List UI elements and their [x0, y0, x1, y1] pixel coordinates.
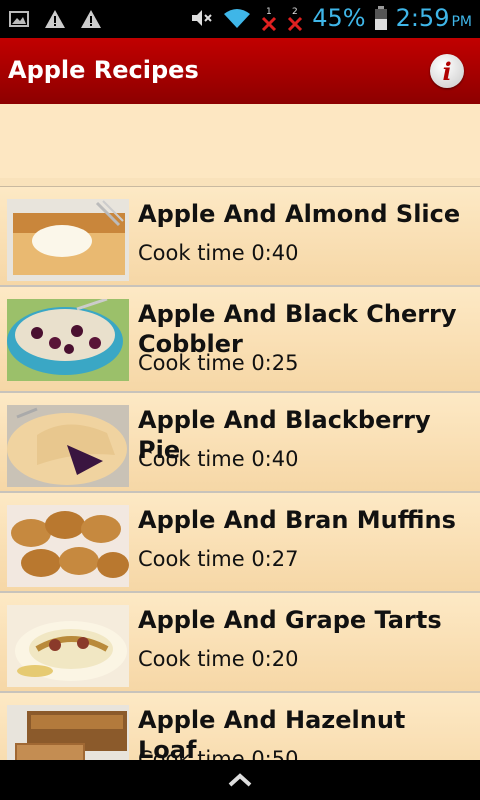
recipe-item[interactable]: Apple And Black Cherry Cobbler Cook time…	[0, 287, 480, 393]
partial-list-item	[0, 178, 480, 187]
recipe-thumbnail	[7, 405, 129, 487]
warning-icon	[81, 10, 101, 28]
action-bar: Apple Recipes i	[0, 38, 480, 104]
recipe-list[interactable]: Apple And Almond Slice Cook time 0:40 Ap…	[0, 104, 480, 760]
recipe-thumbnail	[7, 299, 129, 381]
app-title: Apple Recipes	[8, 56, 199, 84]
recipe-thumbnail	[7, 199, 129, 281]
list-header-space	[0, 104, 480, 178]
recipe-item[interactable]: Apple And Grape Tarts Cook time 0:20	[0, 593, 480, 693]
recipe-cook-time: Cook time 0:27	[138, 547, 299, 571]
mute-icon	[192, 10, 212, 26]
notification-icons	[8, 8, 102, 30]
recipe-thumbnail	[7, 605, 129, 687]
recipe-item[interactable]: Apple And Bran Muffins Cook time 0:27	[0, 493, 480, 593]
image-icon	[9, 11, 29, 27]
recipe-cook-time: Cook time 0:40	[138, 241, 299, 265]
recipe-cook-time: Cook time 0:25	[138, 351, 299, 375]
recipe-item[interactable]: Apple And Almond Slice Cook time 0:40	[0, 187, 480, 287]
clock-ampm: PM	[451, 14, 472, 30]
clock-time: 2:59	[395, 4, 450, 32]
battery-icon	[374, 6, 387, 30]
recipe-thumbnail	[7, 505, 129, 587]
recipe-item[interactable]: Apple And Hazelnut Loaf Cook time 0:50	[0, 693, 480, 760]
chevron-up-icon[interactable]	[227, 771, 253, 789]
recipe-title: Apple And Grape Tarts	[138, 606, 442, 634]
svg-text:2: 2	[292, 7, 298, 17]
signal-1-icon: 1	[262, 7, 277, 31]
recipe-thumbnail	[7, 705, 129, 760]
clock: 2:59 PM	[396, 4, 472, 32]
recipe-item[interactable]: Apple And Blackberry Pie Cook time 0:40	[0, 393, 480, 493]
recipe-cook-time: Cook time 0:20	[138, 647, 299, 671]
system-status: 1 2 45% 2:59 PM	[190, 4, 472, 32]
recipe-title: Apple And Bran Muffins	[138, 506, 456, 534]
info-icon: i	[442, 56, 452, 86]
warning-icon	[45, 10, 65, 28]
navigation-bar	[0, 760, 480, 800]
signal-2-icon: 2	[288, 7, 303, 31]
wifi-icon	[224, 9, 251, 28]
status-bar: 1 2 45% 2:59 PM	[0, 0, 480, 38]
recipe-title: Apple And Black Cherry Cobbler	[138, 300, 457, 358]
recipe-title: Apple And Almond Slice	[138, 200, 461, 228]
recipe-cook-time: Cook time 0:40	[138, 447, 299, 471]
battery-percent: 45%	[312, 4, 366, 32]
svg-text:1: 1	[266, 7, 272, 17]
info-button[interactable]: i	[430, 54, 464, 88]
recipe-cook-time: Cook time 0:50	[138, 747, 299, 760]
